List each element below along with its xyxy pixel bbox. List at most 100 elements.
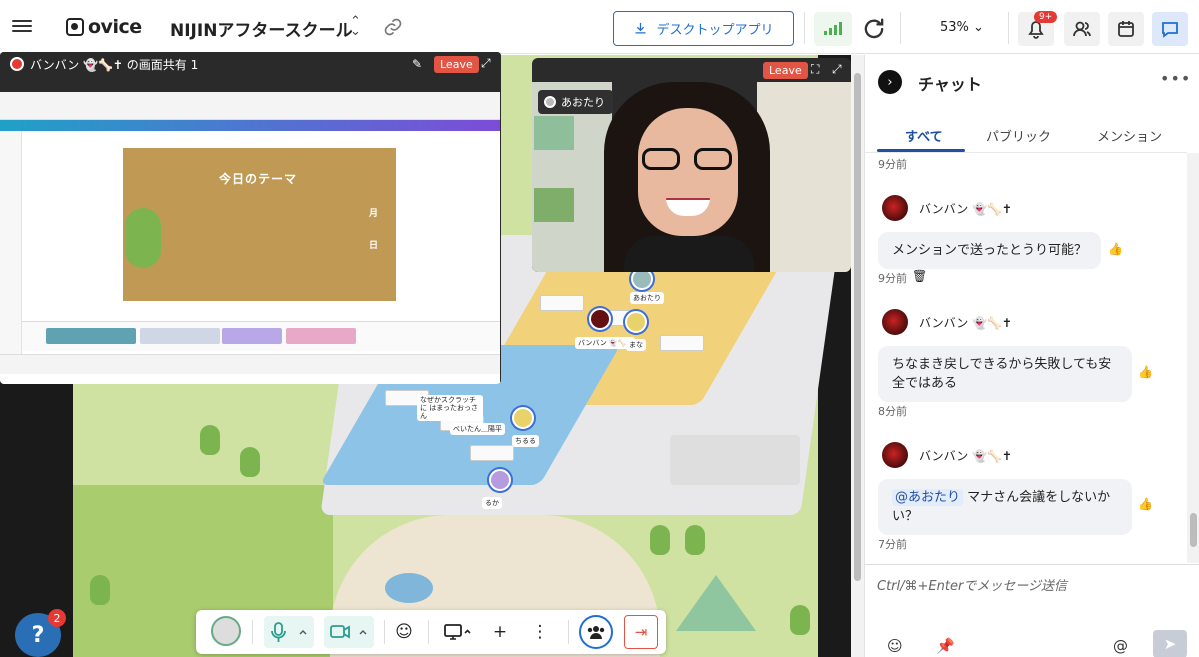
desktop-app-label: デスクトップアプリ [656, 23, 774, 38]
desktop-app-button[interactable]: デスクトップアプリ [613, 11, 794, 46]
fit-screen-icon[interactable]: ⛶ [811, 62, 819, 77]
chat-title: チャット [918, 75, 982, 94]
members-button[interactable] [1064, 12, 1100, 46]
toolbar-divider [568, 620, 569, 644]
expand-icon[interactable]: ⤢ [481, 56, 491, 71]
users-icon [1073, 21, 1091, 37]
chat-toggle-button[interactable] [1152, 12, 1188, 46]
add-icon[interactable]: + [484, 617, 516, 647]
avatar-label: ちるる [512, 435, 539, 447]
timeline-clip [46, 328, 136, 344]
bottom-toolbar: ☺ + ⋮ ⇥ [196, 610, 666, 654]
reaction-icon[interactable]: ☺ [388, 617, 420, 647]
chat-scrollbar[interactable] [1187, 153, 1199, 563]
calendar-icon [1118, 21, 1134, 37]
message-bubble: ちなまき戻しできるから失敗しても安全ではある [878, 346, 1132, 402]
fountain [385, 573, 433, 603]
message-avatar[interactable] [882, 195, 908, 221]
tab-public[interactable]: パブリック [986, 126, 1051, 145]
toolbar-divider [804, 12, 805, 44]
like-icon[interactable]: 👍 [1108, 242, 1123, 256]
chat-header: › チャット ••• [865, 55, 1199, 111]
participants-icon[interactable] [579, 615, 613, 649]
browser-chrome [0, 92, 500, 120]
edit-icon[interactable]: ✎ [412, 57, 422, 71]
emoji-icon[interactable]: ☺ [887, 637, 903, 655]
message-bubble: メンションで送ったとうり可能？ [878, 232, 1102, 269]
video-window[interactable]: あおたり Leave ⛶ ⤢ [532, 58, 851, 272]
send-button[interactable]: ➤ [1153, 630, 1187, 657]
more-options-icon[interactable]: ⋮ [524, 617, 556, 647]
self-avatar[interactable] [211, 616, 241, 646]
tree [685, 525, 705, 555]
avatar-label: あおたり [630, 292, 664, 304]
microphone-button[interactable] [264, 616, 314, 648]
avatar[interactable] [489, 469, 511, 491]
timeline-clip [286, 328, 356, 344]
design-tree [125, 208, 161, 268]
tree [90, 575, 110, 605]
message-author: バンバン 👻🦴✝ [919, 316, 1012, 330]
refresh-icon[interactable] [860, 15, 888, 43]
ovice-logo[interactable]: ovice [66, 16, 142, 38]
zoom-selector[interactable]: 53% ⌄ [940, 20, 984, 35]
tab-mention[interactable]: メンション [1097, 126, 1162, 145]
tree [200, 425, 220, 455]
editor-sidebar [0, 131, 22, 361]
toolbar-divider [428, 620, 429, 644]
map-scrollbar-thumb[interactable] [854, 73, 861, 581]
timeline-clip [140, 328, 220, 344]
leave-video-button[interactable]: Leave [763, 62, 808, 79]
design-day: 日 [369, 241, 379, 251]
desk [540, 295, 584, 311]
participant-face [638, 108, 738, 236]
sharer-avatar [10, 57, 24, 71]
avatar[interactable] [625, 311, 647, 333]
toolbar-divider [252, 620, 253, 644]
tab-all[interactable]: すべて [905, 126, 943, 145]
like-icon[interactable]: 👍 [1138, 497, 1153, 511]
message-avatar[interactable] [882, 309, 908, 335]
camera-button[interactable] [324, 616, 374, 648]
participant-shirt [624, 236, 754, 272]
logo-text: ovice [88, 16, 142, 38]
tree [650, 525, 670, 555]
message-composer: ☺ 📌 @ ➤ [865, 564, 1199, 657]
pin-icon[interactable]: 📌 [936, 637, 955, 655]
mention-icon[interactable]: @ [1113, 637, 1128, 655]
screen-share-icon[interactable] [438, 617, 478, 647]
design-month: 月 [369, 209, 379, 219]
trash-icon[interactable]: 🗑 [912, 269, 927, 283]
avatar[interactable] [589, 308, 611, 330]
collapse-chat-icon[interactable]: › [878, 70, 902, 94]
screen-share-title: バンバン 👻🦴✝ の画面共有 1 [30, 57, 199, 72]
zoom-level: 53% [940, 20, 969, 35]
send-icon: ➤ [1163, 635, 1177, 653]
exit-icon[interactable]: ⇥ [624, 615, 658, 649]
connection-signal-button[interactable] [814, 12, 852, 46]
mention-tag[interactable]: @あおたり [892, 489, 964, 506]
like-icon[interactable]: 👍 [1138, 365, 1153, 379]
map-scrollbar[interactable] [851, 55, 864, 657]
message-list[interactable]: 9分前 バンバン 👻🦴✝ メンションで送ったとうり可能？ 👍 9分前 🗑 バンバ… [865, 153, 1187, 563]
chat-tabs: すべて パブリック メンション [865, 123, 1199, 153]
video-participant-name: あおたり [561, 96, 605, 109]
space-switch-icon[interactable]: ⌃ ⌄ [350, 15, 361, 38]
toolbar-divider [384, 620, 385, 644]
more-options-icon[interactable]: ••• [1160, 69, 1191, 88]
expand-icon[interactable]: ⤢ [832, 62, 842, 77]
link-icon[interactable] [383, 17, 403, 37]
message-avatar[interactable] [882, 442, 908, 468]
space-title[interactable]: NIJINアフタースクール [170, 16, 353, 41]
message-input[interactable] [877, 579, 1177, 594]
hamburger-menu-icon[interactable] [12, 17, 32, 37]
video-timeline [22, 321, 500, 351]
chat-scrollbar-thumb[interactable] [1190, 513, 1197, 547]
calendar-button[interactable] [1108, 12, 1144, 46]
shared-screen-content: 今日のテーマ 月 日 [0, 92, 500, 384]
avatar-label: るか [482, 497, 502, 509]
leave-share-button[interactable]: Leave [434, 56, 479, 73]
avatar[interactable] [512, 407, 534, 429]
screen-share-window[interactable]: バンバン 👻🦴✝ の画面共有 1 ✎ Leave ⤢ 今日のテーマ 月 日 [0, 52, 501, 384]
participant-glasses [642, 148, 734, 170]
